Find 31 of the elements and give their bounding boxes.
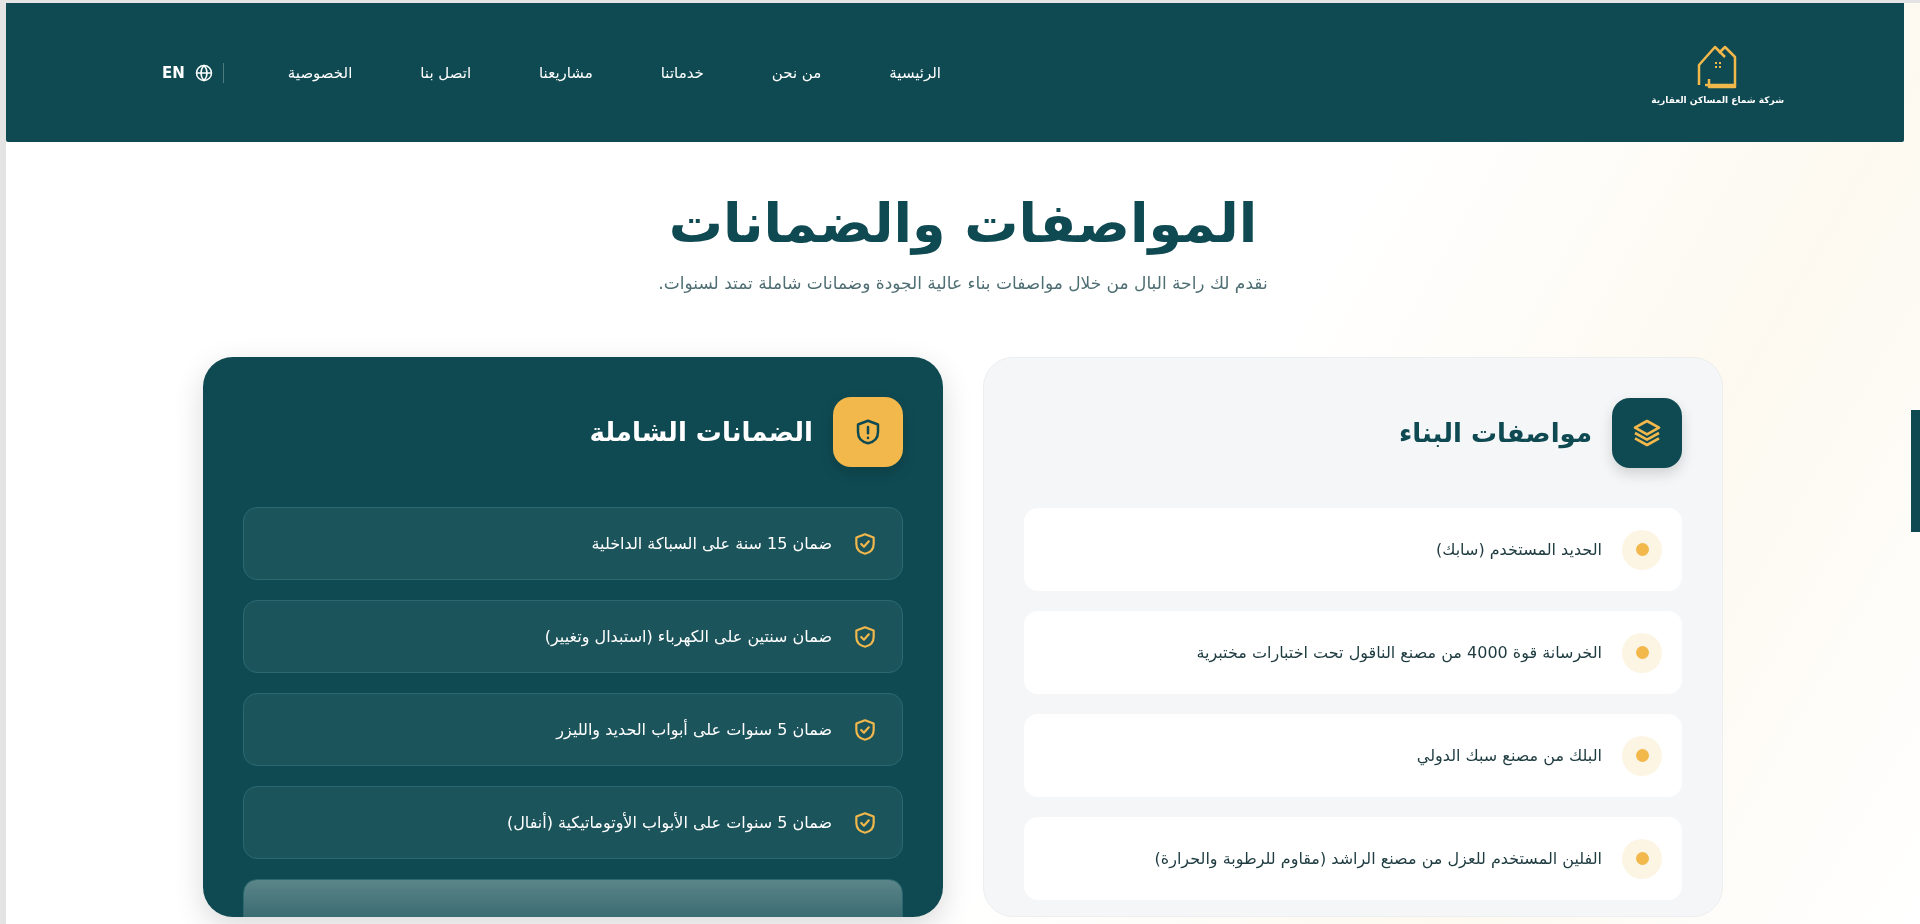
card-title: مواصفات البناء xyxy=(1398,418,1592,448)
nav-link[interactable]: من نحن xyxy=(737,63,856,82)
shield-check-icon xyxy=(852,716,878,743)
shield-check-icon xyxy=(852,809,878,836)
card-title: الضمانات الشاملة xyxy=(589,417,813,447)
bullet-dot-icon xyxy=(1622,838,1662,879)
spec-text: البلك من مصنع سبك الدولي xyxy=(1416,746,1602,765)
page-subtitle: نقدم لك راحة البال من خلال مواصفات بناء عالية الجودة وضمانات شاملة تمتد لسنوات. xyxy=(658,273,1268,293)
scrollbar-thumb[interactable] xyxy=(1911,410,1920,532)
language-button[interactable]: EN xyxy=(156,62,224,83)
bullet-dot-icon xyxy=(1622,529,1662,570)
layers-icon xyxy=(1612,398,1682,468)
guarantee-text: ضمان 15 سنة على السباكة الداخلية xyxy=(591,534,832,553)
spec-text: الخرسانة قوة 4000 من مصنع الناقول تحت اختبارات مختبرية xyxy=(1196,643,1602,662)
page-title: المواصفات والضمانات xyxy=(668,192,1258,255)
shield-check-icon xyxy=(852,623,878,650)
spec-text: الحديد المستخدم (سابك) xyxy=(1435,540,1602,559)
nav-link[interactable]: مشاريعنا xyxy=(505,63,627,82)
guarantee-text: ضمان 5 سنوات على أبواب الحديد والليزر xyxy=(556,720,832,739)
guarantee-text: ضمان 5 سنوات على الأبواب الأوتوماتيكية (أنفال) xyxy=(506,813,832,832)
bullet-dot-icon xyxy=(1622,735,1662,776)
bullet-dot-icon xyxy=(1622,632,1662,673)
shield-check-icon xyxy=(852,530,878,557)
logo-text: شركة شماع المساكن العقارية xyxy=(1651,94,1784,105)
guarantee-text: ضمان سنتين على الكهرباء (استبدال وتغيير) xyxy=(544,627,832,646)
nav-link[interactable]: الرئيسية xyxy=(855,63,941,82)
globe-icon xyxy=(194,63,213,82)
nav-link[interactable]: الخصوصية xyxy=(253,63,387,82)
nav-link[interactable]: اتصل بنا xyxy=(386,63,506,82)
nav-link[interactable]: خدماتنا xyxy=(626,63,738,82)
spec-text: الفلين المستخدم للعزل من مصنع الراشد (مقاوم للرطوبة والحرارة) xyxy=(1154,849,1602,868)
